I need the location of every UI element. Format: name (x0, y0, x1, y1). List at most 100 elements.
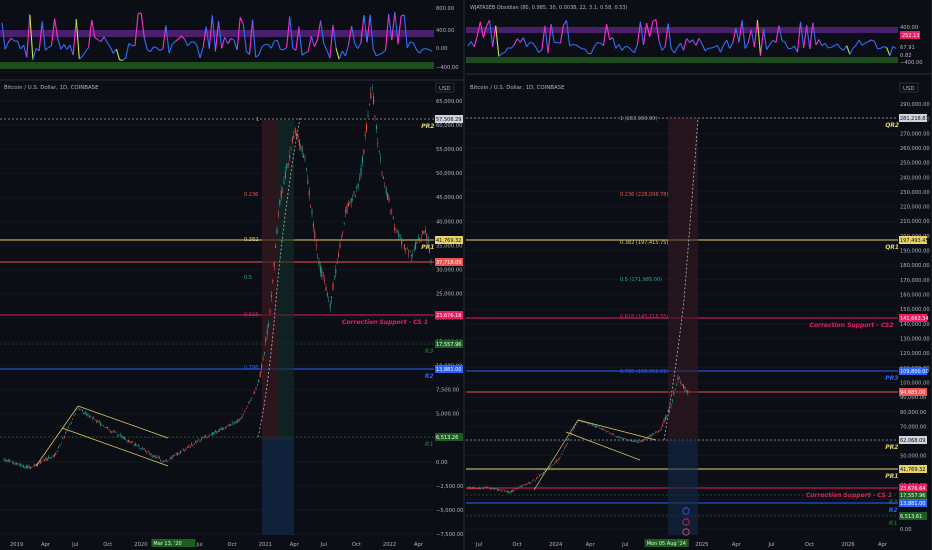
indicator-title: WJATASEB Obsidian (80, 0.985, 30, 0.0038… (470, 5, 628, 11)
price-tick-label: −2,500.00 (436, 484, 463, 490)
candle-body (364, 134, 366, 137)
candle-body (191, 443, 193, 445)
x-tick-label: Jul (767, 542, 774, 548)
candle-body (72, 419, 74, 420)
left-chart-panel[interactable]: 800.00 400.00 0.00 −400.00 Bitcoin / U.S. Do… (0, 0, 465, 550)
candle-body (136, 444, 138, 446)
candle-body (680, 382, 682, 384)
candle-body (363, 149, 365, 154)
candle-body (156, 457, 158, 459)
candle-body (178, 453, 180, 455)
candle-body (298, 139, 300, 147)
candle-body (524, 484, 526, 486)
candle-body (188, 445, 190, 447)
fib-label: 1 (256, 117, 259, 123)
price-tick-label: 180,000.00 (900, 263, 930, 269)
candle-body (415, 242, 417, 249)
candle-body (628, 439, 630, 441)
candle-body (336, 262, 338, 264)
candle-body (91, 418, 93, 419)
price-tick-label: −5,000.00 (436, 508, 463, 514)
candle-body (681, 384, 683, 386)
candle-body (196, 440, 198, 442)
candle-body (478, 487, 480, 489)
x-tick-label: Jul (195, 542, 202, 548)
candle-body (610, 433, 612, 435)
candle-body (6, 460, 8, 463)
candle-body (412, 254, 414, 256)
level-name-label: Correction Support - CS 1 (806, 492, 892, 499)
price-tick-label: 220,000.00 (900, 205, 930, 211)
candle-body (318, 262, 320, 265)
candle-body (569, 435, 571, 437)
candle-body (240, 418, 242, 420)
candle-body (300, 146, 302, 149)
candle-body (51, 457, 53, 459)
candle-body (115, 432, 117, 434)
candle-body (279, 199, 281, 206)
candle-body (495, 488, 497, 490)
price-tick-label: 100,000.00 (900, 380, 930, 386)
candle-body (467, 487, 469, 489)
candle-body (485, 487, 487, 489)
price-tick-label: 60,000.00 (436, 123, 462, 129)
candle-body (237, 419, 239, 423)
candle-body (491, 487, 493, 490)
candle-body (537, 477, 539, 478)
candle-body (77, 407, 79, 409)
candle-body (84, 411, 86, 414)
x-tick-label: Oct (805, 542, 814, 548)
candle-body (16, 462, 18, 465)
candle-body (143, 448, 145, 450)
candle-body (245, 408, 247, 409)
osc-tick-label: 0.00 (436, 46, 448, 52)
candle-body (137, 445, 139, 447)
candle-body (398, 233, 400, 238)
candle-body (611, 433, 613, 435)
candle-body (346, 206, 348, 214)
candle-body (167, 461, 169, 462)
price-tick-label: 80,000.00 (900, 410, 926, 416)
level-price-tag-text: 197,493.45 (900, 238, 929, 244)
candle-body (90, 416, 92, 417)
candle-body (599, 427, 601, 429)
candle-body (266, 330, 268, 335)
candle-body (377, 142, 379, 144)
price-tick-label: 40,000.00 (436, 219, 462, 225)
candle-body (427, 240, 429, 243)
candle-body (185, 449, 187, 450)
candle-body (228, 424, 230, 426)
candle-body (310, 206, 312, 207)
candle-body (95, 421, 97, 423)
candle-body (494, 487, 496, 490)
candle-body (221, 428, 223, 431)
candle-body (366, 124, 368, 132)
price-tick-label: 230,000.00 (900, 190, 930, 196)
candle-body (238, 419, 240, 421)
candle-body (142, 447, 144, 449)
candle-body (122, 436, 124, 439)
candle-body (226, 427, 228, 429)
candle-body (182, 449, 184, 451)
right-chart-panel[interactable]: 400.00 67.91 0.82−400.00 252.13 WJATASEB Obs… (466, 0, 932, 550)
level-name-label: PR1 (421, 244, 434, 251)
candle-body (488, 487, 490, 489)
x-tick-label: Apr (878, 542, 888, 548)
candle-body (329, 303, 331, 308)
candle-body (184, 449, 186, 451)
candle-body (424, 230, 426, 233)
candle-body (149, 452, 151, 454)
candle-body (129, 441, 131, 443)
candle-body (200, 438, 202, 441)
candle-body (233, 423, 235, 425)
candle-body (144, 450, 146, 452)
candle-body (25, 465, 27, 468)
candle-body (146, 452, 148, 453)
candle-body (523, 484, 525, 486)
candle-body (231, 422, 233, 424)
candle-body (655, 432, 657, 433)
candle-body (650, 435, 652, 437)
osc-lower-band (466, 57, 898, 63)
candle-body (261, 364, 263, 369)
candle-body (662, 424, 664, 427)
